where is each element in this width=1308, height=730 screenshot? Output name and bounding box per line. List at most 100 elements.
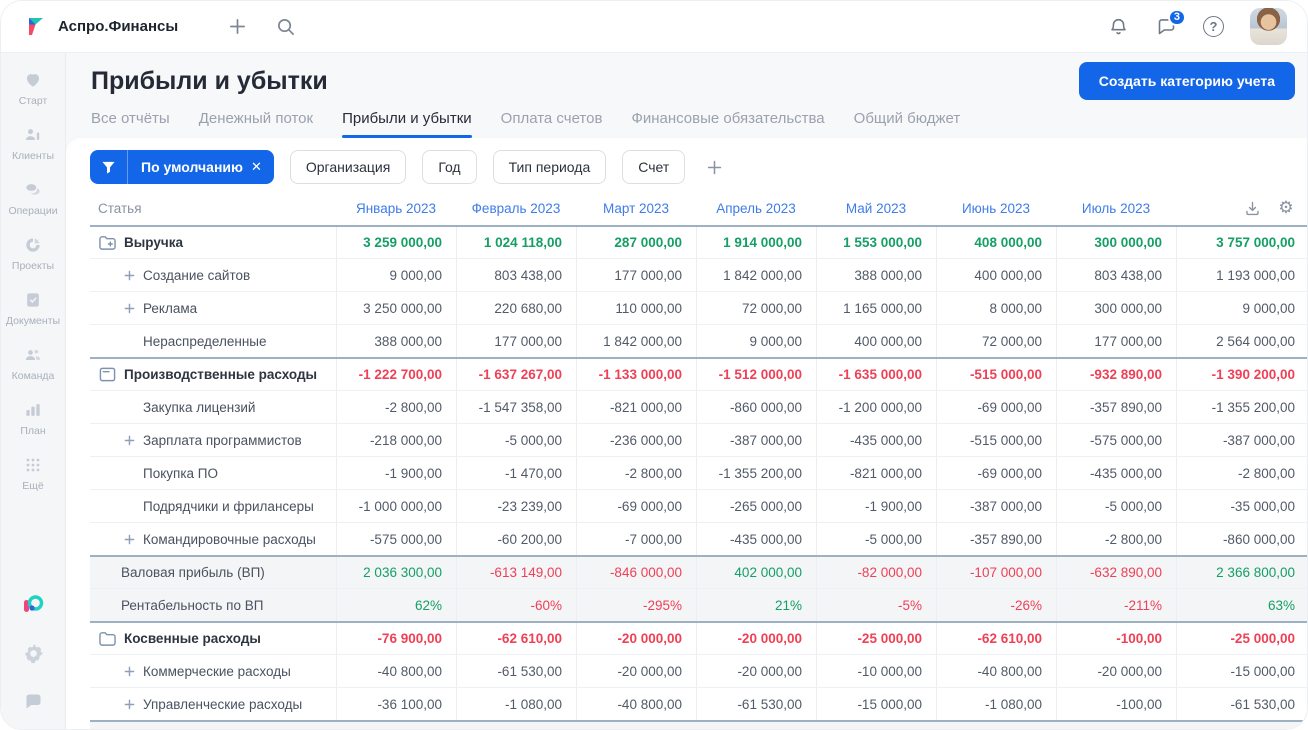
quick-add-button[interactable] — [226, 16, 248, 38]
filter-chip-year[interactable]: Год — [422, 150, 477, 184]
row-label[interactable]: Командировочные расходы — [90, 523, 336, 555]
row-label-text: Покупка ПО — [143, 465, 218, 481]
cell-value: -515 000,00 — [936, 424, 1056, 456]
cell-value: -26% — [936, 589, 1056, 621]
filter-bar: По умолчанию ✕ Организация Год Тип периода Сч… — [90, 150, 1307, 184]
create-category-button[interactable]: Создать категорию учета — [1078, 62, 1295, 100]
cell-value: 8 000,00 — [936, 292, 1056, 324]
row-label[interactable]: Нераспределенные — [90, 325, 336, 357]
cell-value: 110 000,00 — [576, 292, 696, 324]
table-row: Зарплата программистов -218 000,00 -5 000,… — [90, 423, 1307, 456]
workspace-logo-icon[interactable] — [21, 593, 45, 617]
cell-value: -860 000,00 — [696, 391, 816, 423]
filter-chip-organization[interactable]: Организация — [289, 150, 407, 184]
row-label-text: Выручка — [124, 235, 183, 250]
expand-plus-icon[interactable] — [124, 699, 135, 710]
sidebar-item-label: Проекты — [11, 260, 55, 272]
sidebar-item-operations[interactable]: Операции — [1, 179, 65, 217]
expand-plus-icon[interactable] — [124, 666, 135, 677]
row-label[interactable]: Закупка лицензий — [90, 391, 336, 423]
cell-value: -1 200 000,00 — [816, 391, 936, 423]
tab-financial-obligations[interactable]: Финансовые обязательства — [631, 110, 824, 138]
column-header[interactable]: Март 2023 — [576, 192, 696, 225]
row-label[interactable]: Коммерческие расходы — [90, 655, 336, 687]
settings-icon[interactable]: ⚙ — [1277, 200, 1295, 218]
sidebar-item-documents[interactable]: Документы — [1, 289, 65, 327]
tab-cash-flow[interactable]: Денежный поток — [199, 110, 313, 138]
cell-value: 1 914 000,00 — [696, 227, 816, 258]
column-header[interactable]: Июль 2023 — [1056, 192, 1176, 225]
sidebar-item-more[interactable]: Ещё — [1, 454, 65, 492]
documents-icon — [22, 289, 44, 311]
cell-value: -76 900,00 — [336, 623, 456, 654]
table-row: Валовая прибыль (ВП) 2 036 300,00 -613 149… — [90, 555, 1307, 588]
settings-icon[interactable] — [21, 641, 45, 665]
filter-default-chip[interactable]: По умолчанию ✕ — [90, 150, 274, 184]
cell-value: -40 800,00 — [336, 655, 456, 687]
row-label[interactable]: Создание сайтов — [90, 259, 336, 291]
cell-value: 3 757 000,00 — [1176, 227, 1307, 258]
cell-value: 3 259 000,00 — [336, 227, 456, 258]
cell-value: 9 000,00 — [696, 325, 816, 357]
search-icon[interactable] — [274, 16, 296, 38]
messages-button[interactable]: 3 — [1155, 8, 1186, 38]
sidebar-item-team[interactable]: Команда — [1, 344, 65, 382]
report-tabs: Все отчёты Денежный поток Прибыли и убытки… — [91, 110, 1283, 138]
user-avatar[interactable] — [1250, 8, 1287, 45]
column-header[interactable]: Май 2023 — [816, 192, 936, 225]
column-header[interactable]: Апрель 2023 — [696, 192, 816, 225]
expand-plus-icon[interactable] — [124, 270, 135, 281]
column-header[interactable]: Февраль 2023 — [456, 192, 576, 225]
cell-value: -20 000,00 — [576, 623, 696, 654]
cell-value: -69 000,00 — [936, 391, 1056, 423]
tab-profit-loss[interactable]: Прибыли и убытки — [342, 110, 472, 138]
cell-value: -5 000,00 — [456, 424, 576, 456]
tab-general-budget[interactable]: Общий бюджет — [854, 110, 961, 138]
row-label-text: Подрядчики и фрилансеры — [143, 498, 314, 514]
sidebar-item-plan[interactable]: План — [1, 399, 65, 437]
cell-value: -25 000,00 — [816, 623, 936, 654]
expand-plus-icon[interactable] — [124, 534, 135, 545]
chat-icon[interactable] — [21, 689, 45, 713]
add-filter-icon[interactable] — [701, 154, 727, 180]
cell-value: -613 149,00 — [456, 557, 576, 588]
app-window: Аспро.Финансы 3 Старт Клиенты Операции Прое… — [0, 0, 1308, 730]
cell-value: -932 890,00 — [1056, 359, 1176, 390]
cell-value: -1 133 000,00 — [576, 359, 696, 390]
notifications-bell-icon[interactable] — [1107, 16, 1129, 38]
table-row: Управленческие расходы -36 100,00 -1 080,0… — [90, 687, 1307, 720]
row-label[interactable]: Производственные расходы — [90, 359, 336, 390]
sidebar-item-clients[interactable]: Клиенты — [1, 124, 65, 162]
cell-value: 1 024 118,00 — [456, 227, 576, 258]
close-icon[interactable]: ✕ — [249, 159, 274, 175]
row-label[interactable]: Косвенные расходы — [90, 623, 336, 654]
folder-plus-icon — [98, 234, 117, 251]
row-label[interactable]: Реклама — [90, 292, 336, 324]
row-label[interactable]: Зарплата программистов — [90, 424, 336, 456]
help-icon[interactable] — [1203, 16, 1224, 37]
download-icon[interactable] — [1243, 200, 1261, 218]
table-row: Создание сайтов 9 000,00 803 438,00 177 000… — [90, 258, 1307, 291]
expand-plus-icon[interactable] — [124, 303, 135, 314]
projects-icon — [22, 234, 44, 256]
expand-plus-icon[interactable] — [124, 435, 135, 446]
row-label[interactable]: Выручка — [90, 227, 336, 258]
filter-chip-period-type[interactable]: Тип периода — [492, 150, 607, 184]
tab-bill-payment[interactable]: Оплата счетов — [501, 110, 603, 138]
column-header[interactable]: Июнь 2023 — [936, 192, 1056, 225]
tab-all-reports[interactable]: Все отчёты — [91, 110, 170, 138]
sidebar-item-start[interactable]: Старт — [1, 69, 65, 107]
sidebar-item-projects[interactable]: Проекты — [1, 234, 65, 272]
row-label[interactable]: Рентабельность по ВП — [90, 589, 336, 621]
cell-value: -40 800,00 — [936, 655, 1056, 687]
cell-value: 62% — [336, 589, 456, 621]
row-label[interactable]: Управленческие расходы — [90, 688, 336, 720]
row-label[interactable]: Подрядчики и фрилансеры — [90, 490, 336, 522]
cell-value: 72 000,00 — [696, 292, 816, 324]
column-header[interactable]: Январь 2023 — [336, 192, 456, 225]
cell-value: 3 250 000,00 — [336, 292, 456, 324]
row-label[interactable]: Валовая прибыль (ВП) — [90, 557, 336, 588]
filter-chip-account[interactable]: Счет — [622, 150, 686, 184]
row-label[interactable]: Покупка ПО — [90, 457, 336, 489]
table-row: Рентабельность по ВП 62% -60% -295% 21% -5% -2… — [90, 588, 1307, 621]
